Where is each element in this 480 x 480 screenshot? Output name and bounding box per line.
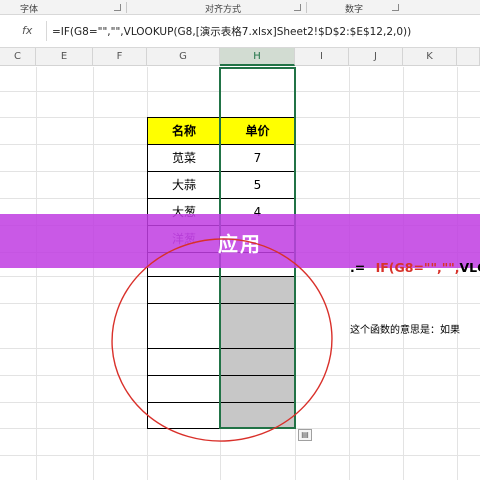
formula-bar-separator (46, 21, 47, 41)
font-dialog-launcher-icon[interactable] (114, 4, 121, 11)
table-cell-empty[interactable] (147, 402, 221, 429)
ribbon-group-number[interactable]: 数字 (345, 2, 363, 15)
ribbon-group-font[interactable]: 字体 (20, 2, 38, 15)
banner-title: 应用 (218, 232, 262, 256)
grid-line (295, 67, 296, 480)
ribbon-group-bar: 字体 对齐方式 数字 (0, 0, 480, 15)
column-header-g[interactable]: G (147, 48, 220, 66)
formula-input[interactable]: =IF(G8="","",VLOOKUP(G8,[演示表格7.xlsx]Shee… (52, 24, 411, 39)
column-header-i[interactable]: I (295, 48, 349, 66)
table-cell-filled[interactable] (220, 276, 295, 304)
column-header-j[interactable]: J (349, 48, 403, 66)
table-cell-filled[interactable] (220, 303, 295, 349)
formula-highlight: IF(G8="","", (375, 260, 460, 275)
formula-suffix: VLC (459, 260, 480, 275)
paste-options-icon[interactable]: ▤ (298, 429, 312, 441)
grid-line (93, 67, 94, 480)
table-header-name[interactable]: 名称 (147, 117, 221, 145)
table-cell-empty[interactable] (147, 303, 221, 349)
grid-line (36, 67, 37, 480)
number-dialog-launcher-icon[interactable] (392, 4, 399, 11)
alignment-dialog-launcher-icon[interactable] (294, 4, 301, 11)
table-cell-empty[interactable] (147, 348, 221, 376)
table-cell-filled[interactable] (220, 375, 295, 403)
table-cell-empty[interactable] (147, 375, 221, 403)
table-cell-name[interactable]: 大蒜 (147, 171, 221, 199)
table-cell-price[interactable]: 5 (220, 171, 295, 199)
column-header-c[interactable]: C (0, 48, 36, 66)
table-cell-filled[interactable] (220, 348, 295, 376)
grid-line (0, 91, 480, 92)
formula-prefix: .= (350, 260, 366, 275)
insert-function-icon[interactable]: fx (22, 24, 32, 37)
ribbon-group-alignment[interactable]: 对齐方式 (205, 2, 241, 15)
column-header-f[interactable]: F (93, 48, 147, 66)
formula-annotation: .= IF(G8="","",VLC (350, 260, 480, 275)
column-header-next[interactable] (457, 48, 480, 66)
table-header-price[interactable]: 单价 (220, 117, 295, 145)
table-cell-empty[interactable] (147, 276, 221, 304)
ribbon-group-separator (126, 2, 127, 13)
grid-line (0, 455, 480, 456)
column-header-e[interactable]: E (36, 48, 93, 66)
table-cell-price[interactable]: 7 (220, 144, 295, 172)
table-cell-name[interactable]: 苋菜 (147, 144, 221, 172)
table-cell-filled[interactable] (220, 402, 295, 429)
formula-bar: fx =IF(G8="","",VLOOKUP(G8,[演示表格7.xlsx]S… (0, 15, 480, 48)
ribbon-group-separator (306, 2, 307, 13)
column-header-k[interactable]: K (403, 48, 457, 66)
column-header-h[interactable]: H (220, 48, 295, 66)
explanation-text: 这个函数的意思是：如果 (350, 325, 460, 336)
